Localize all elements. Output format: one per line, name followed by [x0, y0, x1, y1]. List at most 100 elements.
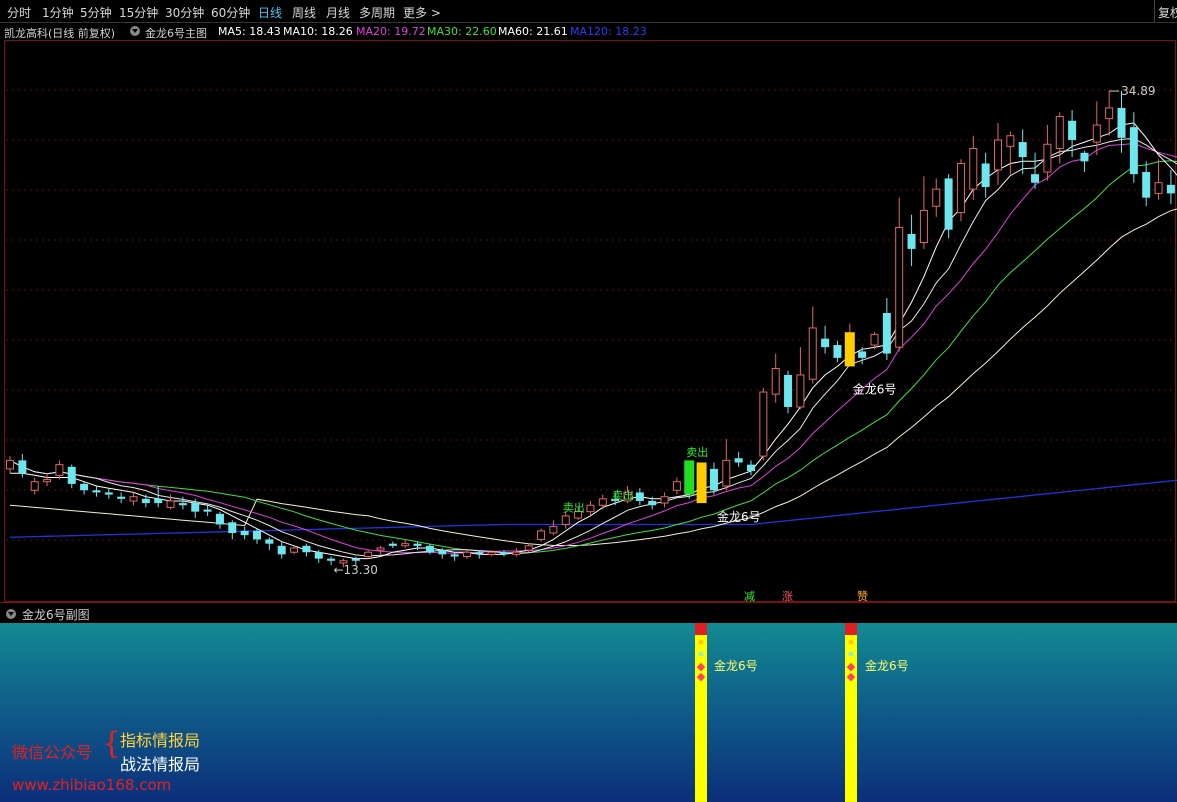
candle-body-up [512, 551, 521, 555]
candle-body-down [117, 496, 126, 499]
candle-body-down [67, 466, 76, 484]
candle-body-up [1055, 115, 1064, 150]
signal-label-1: 金龙6号 [717, 509, 761, 524]
period-tab-multi[interactable]: 多周期 [359, 4, 395, 21]
adjust-label: 复权 [1158, 6, 1177, 20]
candle-body-up [290, 547, 299, 553]
candle-body-down [240, 530, 249, 536]
watermark-brace: { [102, 726, 122, 761]
bottom-tag: 赞 [857, 590, 868, 602]
candle-body-up [722, 459, 731, 487]
candle-body-up [1043, 143, 1052, 173]
candle-body-up [537, 530, 546, 540]
candle-body-down [351, 558, 360, 561]
period-tab-daily[interactable]: 日线 [258, 4, 282, 21]
period-tab-weekly[interactable]: 周线 [292, 4, 316, 21]
ma10-value: MA10: 18.26 [283, 25, 353, 38]
sell-label: 卖出 [612, 488, 634, 502]
period-tab-30min[interactable]: 30分钟 [165, 4, 204, 21]
candle-body-down [302, 545, 311, 553]
candle-body-up [598, 498, 607, 506]
candle-body-down [154, 498, 163, 504]
candle-body-down [635, 492, 644, 501]
candle-body-down [215, 513, 224, 525]
candle-body-down [327, 558, 336, 561]
candle-body-down [141, 498, 150, 504]
watermark-site: www.zhibiao168.com [12, 776, 172, 794]
signal-label: 金龙6号 [865, 659, 909, 673]
signal-candle [844, 332, 855, 367]
sell-label: 卖出 [686, 445, 708, 459]
candle-body-down [1080, 152, 1089, 162]
candle-body-down [228, 522, 237, 534]
collapse-icon[interactable] [6, 608, 16, 622]
signal-label-2: 金龙6号 [853, 381, 897, 396]
candle-body-up [672, 481, 681, 491]
signal-candle [696, 462, 707, 504]
period-tab-monthly[interactable]: 月线 [326, 4, 350, 21]
candle-body-up [462, 551, 471, 558]
stock-name: 凯龙高科(日线 前复权) [4, 27, 116, 40]
candle-body-down [907, 233, 916, 249]
candle-body-up [1006, 135, 1015, 147]
candle-body-up [549, 526, 558, 534]
collapse-icon[interactable] [130, 26, 140, 39]
ma20-line [9, 142, 1177, 554]
period-tab-minute-line[interactable]: 分时 [7, 4, 31, 21]
candle-body-down [821, 338, 830, 348]
candle-body-down [475, 552, 484, 555]
candle-body-up [969, 148, 978, 190]
bottom-tag: 减 [744, 590, 755, 602]
period-tab-60min[interactable]: 60分钟 [211, 4, 250, 21]
candle-body-down [203, 509, 212, 512]
candle-body-down [500, 552, 508, 555]
candle-body-down [1031, 174, 1040, 183]
ma20-value: MA20: 19.72 [356, 25, 426, 38]
candlestick-chart[interactable]: 34.89←13.30金龙6号金龙6号卖出卖出卖出减涨赞 [0, 40, 1177, 602]
candle-body-down [1068, 120, 1077, 140]
sub-chart-header: 金龙6号副图 [0, 603, 1177, 623]
sell-candle [684, 460, 695, 495]
candle-body-down [18, 460, 27, 474]
period-tab-1min[interactable]: 1分钟 [42, 4, 74, 21]
candle-body-up [30, 481, 39, 491]
candle-body-down [450, 554, 459, 557]
indicator-name[interactable]: 金龙6号主图 [145, 25, 207, 41]
candle-body-up [1154, 182, 1163, 194]
candle-body-down [191, 503, 200, 512]
candle-body-up [759, 391, 768, 457]
period-tab-5min[interactable]: 5分钟 [80, 4, 112, 21]
sub-chart-title[interactable]: 金龙6号副图 [22, 606, 90, 623]
watermark-line1: 指标情报局 [120, 731, 201, 750]
candle-body-down [1117, 107, 1126, 138]
candle-body-up [919, 209, 928, 244]
candle-body-up [870, 333, 879, 346]
candle-body-down [882, 313, 891, 354]
candle-body-down [858, 351, 867, 358]
gem-icon: ◆ [696, 670, 706, 683]
candle-body-down [944, 178, 953, 230]
period-toolbar: 分时 1分钟 5分钟 15分钟 30分钟 60分钟 日线 周线 月线 多周期 更… [0, 0, 1177, 23]
candle-body-up [364, 551, 373, 558]
candle-body-up [660, 496, 669, 504]
candle-body-down [277, 545, 286, 555]
candle-body-down [709, 468, 718, 491]
sub-chart-panel: ✶ ✶ ◆ ◆ 金龙6号 ✶ ✶ ◆ ◆ 金龙6号 微信公众号 { 指标情报局 … [0, 623, 1177, 802]
period-tab-more[interactable]: 更多 > [403, 4, 441, 21]
candle-body-up [1092, 124, 1101, 143]
candle-body-up [487, 551, 496, 555]
candle-body-up [166, 500, 175, 508]
period-tab-15min[interactable]: 15分钟 [119, 4, 158, 21]
adjust-button[interactable]: 复权 [1154, 0, 1177, 22]
sell-label: 卖出 [563, 501, 585, 515]
candle-body-down [648, 500, 657, 506]
watermark-line2: 战法情报局 [120, 755, 201, 774]
candle-body-down [413, 543, 422, 546]
candle-body-down [92, 490, 101, 493]
candle-body-down [833, 345, 842, 358]
candle-body-up [796, 374, 805, 408]
candle-body-down [253, 530, 261, 540]
candle-body-up [956, 162, 965, 214]
candle-body-up [401, 543, 410, 547]
candle-body-up [6, 459, 14, 470]
